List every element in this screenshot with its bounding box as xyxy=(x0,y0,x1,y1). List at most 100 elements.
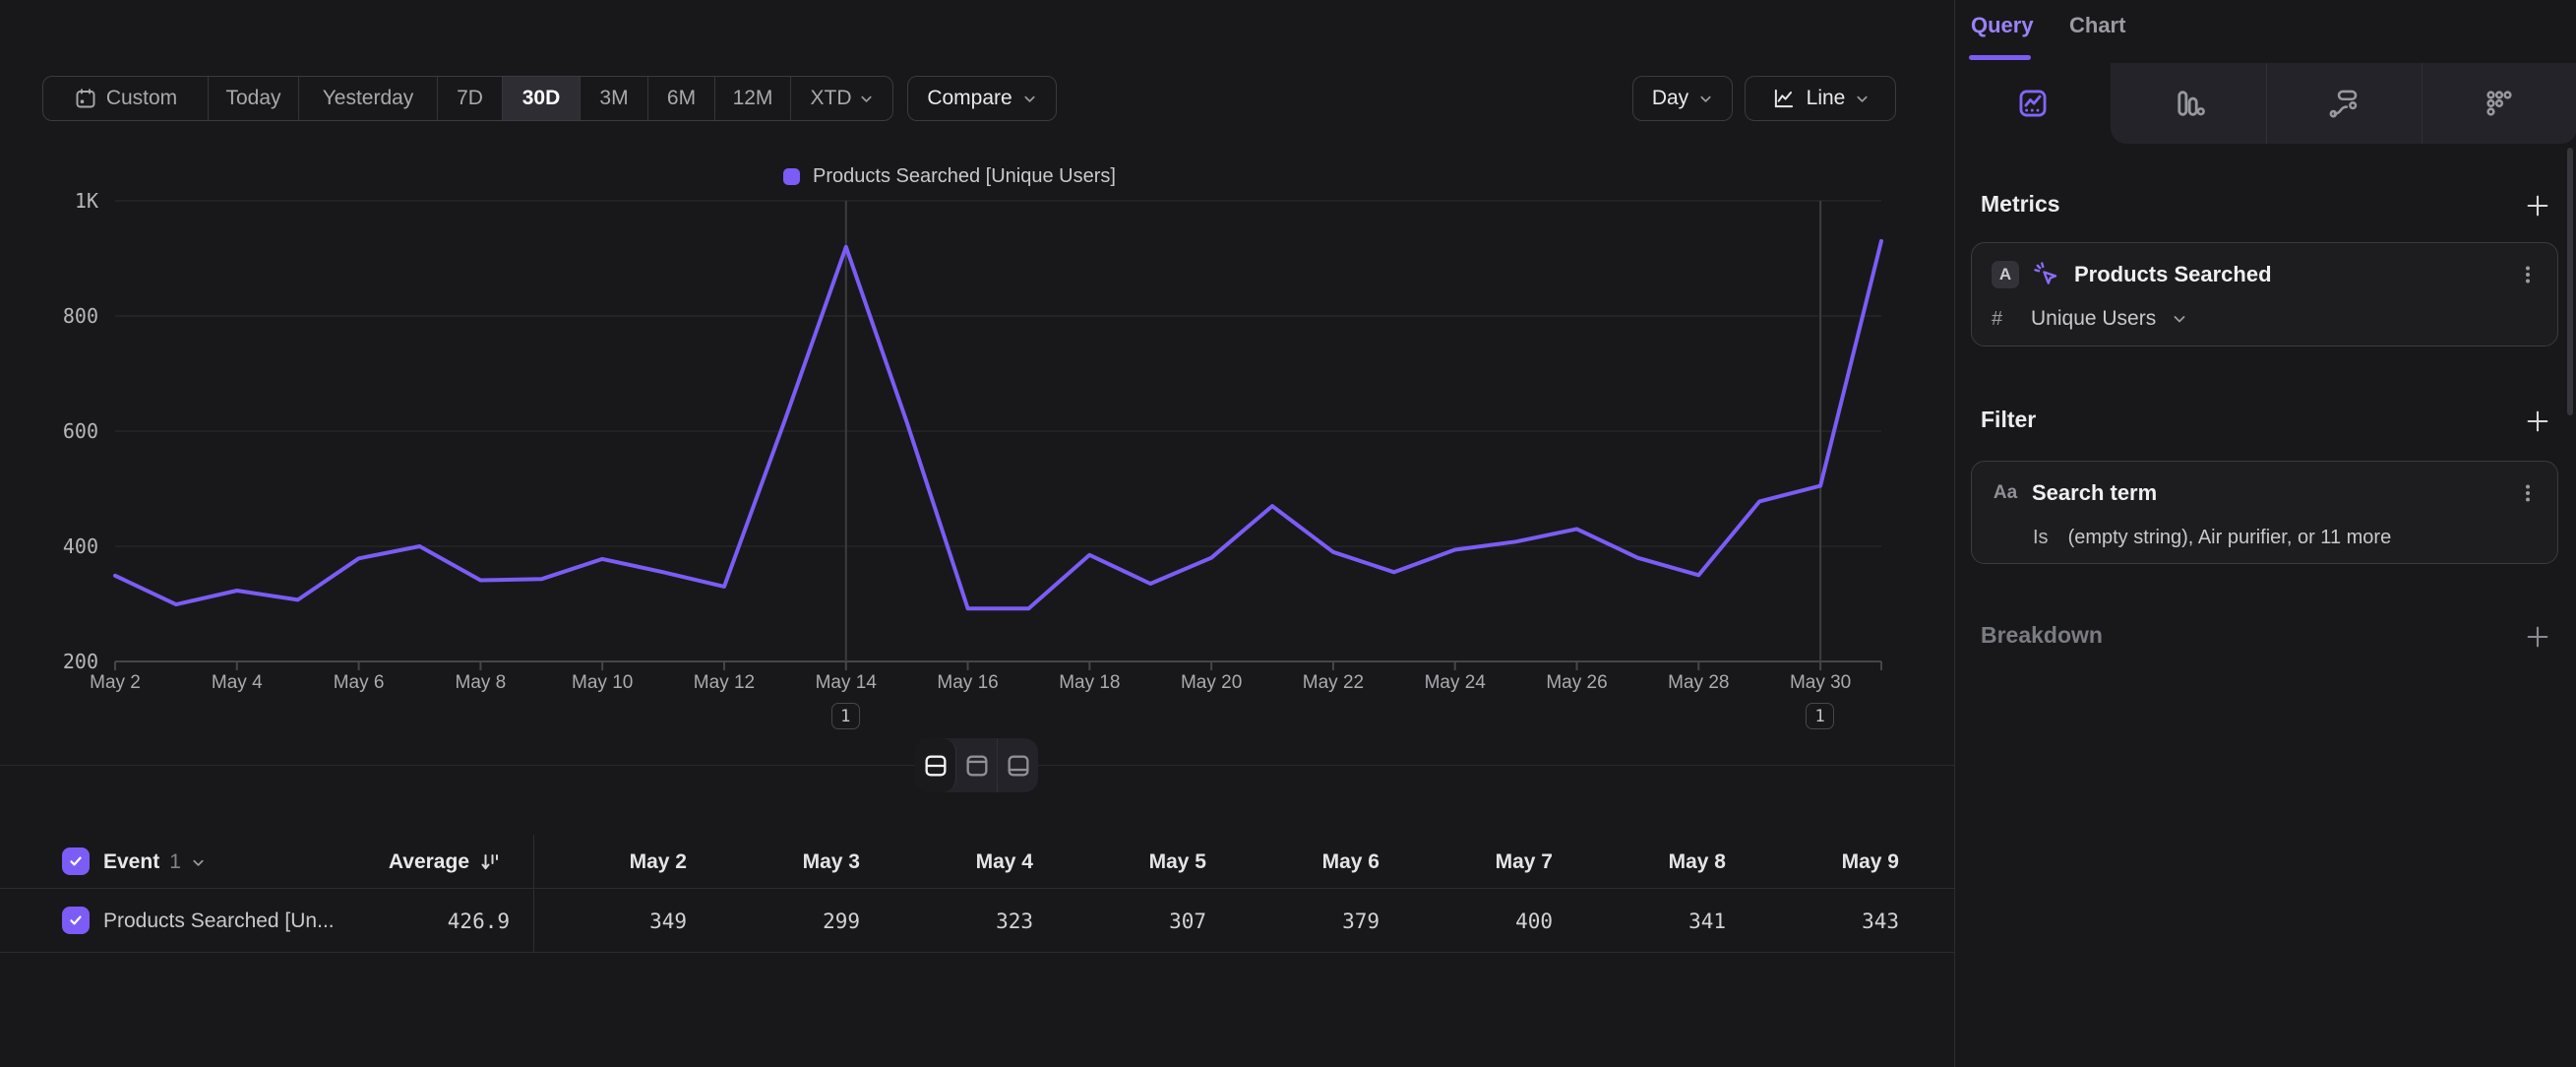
range-7d-button[interactable]: 7D xyxy=(438,77,503,120)
average-column-header[interactable]: Average xyxy=(246,850,502,874)
chart-type-label: Line xyxy=(1807,87,1846,110)
date-column-header[interactable]: May 8 xyxy=(1572,837,1746,888)
panel-scrollbar[interactable] xyxy=(2567,148,2573,415)
chart-legend[interactable]: Products Searched [Unique Users] xyxy=(0,163,1899,189)
date-column-header[interactable]: May 4 xyxy=(880,837,1053,888)
table-row: Products Searched [Un... 426.9 349299323… xyxy=(0,890,1954,953)
layout-table-only-button[interactable] xyxy=(998,738,1038,792)
chart-type-button[interactable]: Line xyxy=(1745,76,1896,121)
granularity-label: Day xyxy=(1652,87,1688,110)
metrics-section-title: Metrics xyxy=(1981,191,2060,218)
y-axis-label: 200 xyxy=(28,650,98,673)
event-column-header[interactable]: Event 1 xyxy=(103,850,206,874)
filter-card-row: Aa Search term xyxy=(1992,475,2540,511)
average-value: 426.9 xyxy=(246,910,510,933)
tab-retention[interactable] xyxy=(2422,63,2576,144)
bottom-bar-layout-icon xyxy=(1005,752,1032,780)
active-tab-underline xyxy=(1969,55,2031,60)
range-yesterday-button[interactable]: Yesterday xyxy=(299,77,438,120)
x-axis-label: May 4 xyxy=(183,671,291,695)
tab-funnels[interactable] xyxy=(2111,63,2266,144)
y-axis-label: 400 xyxy=(28,534,98,558)
range-label: 3M xyxy=(599,87,628,110)
y-axis-label: 1K xyxy=(28,189,98,213)
x-axis-label: May 12 xyxy=(670,671,778,695)
filter-operator: Is xyxy=(2033,527,2049,549)
granularity-button[interactable]: Day xyxy=(1632,76,1733,121)
date-column-header[interactable]: May 3 xyxy=(706,837,880,888)
aggregation-selector[interactable]: # Unique Users xyxy=(1992,304,2187,334)
analytics-app: Custom Today Yesterday 7D30D 3M 6M 12MXTD Comp… xyxy=(0,0,2576,1067)
filter-property-name: Search term xyxy=(2032,480,2503,506)
x-axis-label: May 10 xyxy=(548,671,656,695)
layout-chart-and-table-button[interactable] xyxy=(915,738,956,792)
top-bar-layout-icon xyxy=(963,752,991,780)
date-value-cell: 323 xyxy=(880,890,1053,952)
x-axis-label: May 18 xyxy=(1035,671,1143,695)
metric-card-row: A Products Searched xyxy=(1992,257,2540,292)
legend-swatch xyxy=(783,168,800,185)
plus-icon xyxy=(2524,408,2551,435)
table-header-row: Event 1 Average May 2May 3May 4May 5May … xyxy=(0,837,1954,889)
x-axis-label: May 20 xyxy=(1157,671,1265,695)
check-icon xyxy=(67,911,85,929)
x-axis-label: May 26 xyxy=(1523,671,1631,695)
date-value-cells: 349299323307379400341343 xyxy=(533,890,1919,952)
metric-card[interactable]: A Products Searched # Unique Users xyxy=(1971,242,2558,346)
legend-label: Products Searched [Unique Users] xyxy=(813,165,1116,188)
range-custom-button[interactable]: Custom xyxy=(43,77,209,120)
metric-options-button[interactable] xyxy=(2516,263,2540,286)
tab-insights[interactable] xyxy=(1955,63,2111,144)
range-30d-button[interactable]: 30D xyxy=(503,77,581,120)
annotation-badge[interactable]: 1 xyxy=(1806,703,1834,729)
x-axis-label: May 22 xyxy=(1279,671,1387,695)
date-value-cell: 343 xyxy=(1746,890,1919,952)
annotation-badge[interactable]: 1 xyxy=(831,703,860,729)
layout-toggle-group xyxy=(915,738,1038,792)
filter-card[interactable]: Aa Search term Is (empty string), Air pu… xyxy=(1971,461,2558,564)
add-filter-button[interactable] xyxy=(2523,407,2552,436)
date-column-header[interactable]: May 6 xyxy=(1226,837,1399,888)
x-axis-label: May 28 xyxy=(1644,671,1752,695)
report-toolbar: Custom Today Yesterday 7D30D 3M 6M 12MXTD Comp… xyxy=(0,76,1954,121)
x-axis-label: May 6 xyxy=(305,671,413,695)
date-column-header[interactable]: May 5 xyxy=(1053,837,1226,888)
flows-icon xyxy=(2327,87,2361,120)
add-breakdown-button[interactable] xyxy=(2523,622,2552,652)
range-6m-button[interactable]: 6M xyxy=(648,77,715,120)
tab-chart[interactable]: Chart xyxy=(2069,13,2125,38)
average-label: Average xyxy=(389,850,469,874)
event-count: 1 xyxy=(169,850,181,874)
retention-dots-icon xyxy=(2483,87,2516,120)
add-metric-button[interactable] xyxy=(2523,191,2552,220)
plus-icon xyxy=(2524,192,2551,220)
date-column-header[interactable]: May 2 xyxy=(533,837,706,888)
range-label: Custom xyxy=(106,87,177,110)
y-axis-label: 800 xyxy=(28,304,98,328)
range-xtd-button[interactable]: XTD xyxy=(791,77,892,120)
range-label: 6M xyxy=(667,87,696,110)
select-all-checkbox[interactable] xyxy=(62,847,90,875)
chevron-down-icon xyxy=(1022,92,1037,106)
range-today-button[interactable]: Today xyxy=(209,77,299,120)
breakdown-section-title: Breakdown xyxy=(1981,622,2103,649)
date-value-cell: 299 xyxy=(706,890,880,952)
compare-button[interactable]: Compare xyxy=(907,76,1057,121)
range-3m-button[interactable]: 3M xyxy=(581,77,648,120)
range-label: Yesterday xyxy=(323,87,414,110)
date-column-header[interactable]: May 9 xyxy=(1746,837,1919,888)
x-axis-label: May 14 xyxy=(792,671,900,695)
chevron-down-icon xyxy=(1698,92,1713,106)
insights-chart-icon xyxy=(2016,87,2050,120)
tab-flows[interactable] xyxy=(2266,63,2422,144)
kebab-menu-icon xyxy=(2516,263,2540,286)
range-12m-button[interactable]: 12M xyxy=(715,77,791,120)
date-column-header[interactable]: May 7 xyxy=(1399,837,1572,888)
filter-condition[interactable]: Is (empty string), Air purifier, or 11 m… xyxy=(2033,523,2391,552)
x-axis-label: May 30 xyxy=(1766,671,1874,695)
layout-chart-only-button[interactable] xyxy=(956,738,998,792)
tab-query[interactable]: Query xyxy=(1971,13,2034,38)
row-checkbox[interactable] xyxy=(62,907,90,934)
filter-options-button[interactable] xyxy=(2516,481,2540,505)
chevron-down-icon xyxy=(1855,92,1870,106)
